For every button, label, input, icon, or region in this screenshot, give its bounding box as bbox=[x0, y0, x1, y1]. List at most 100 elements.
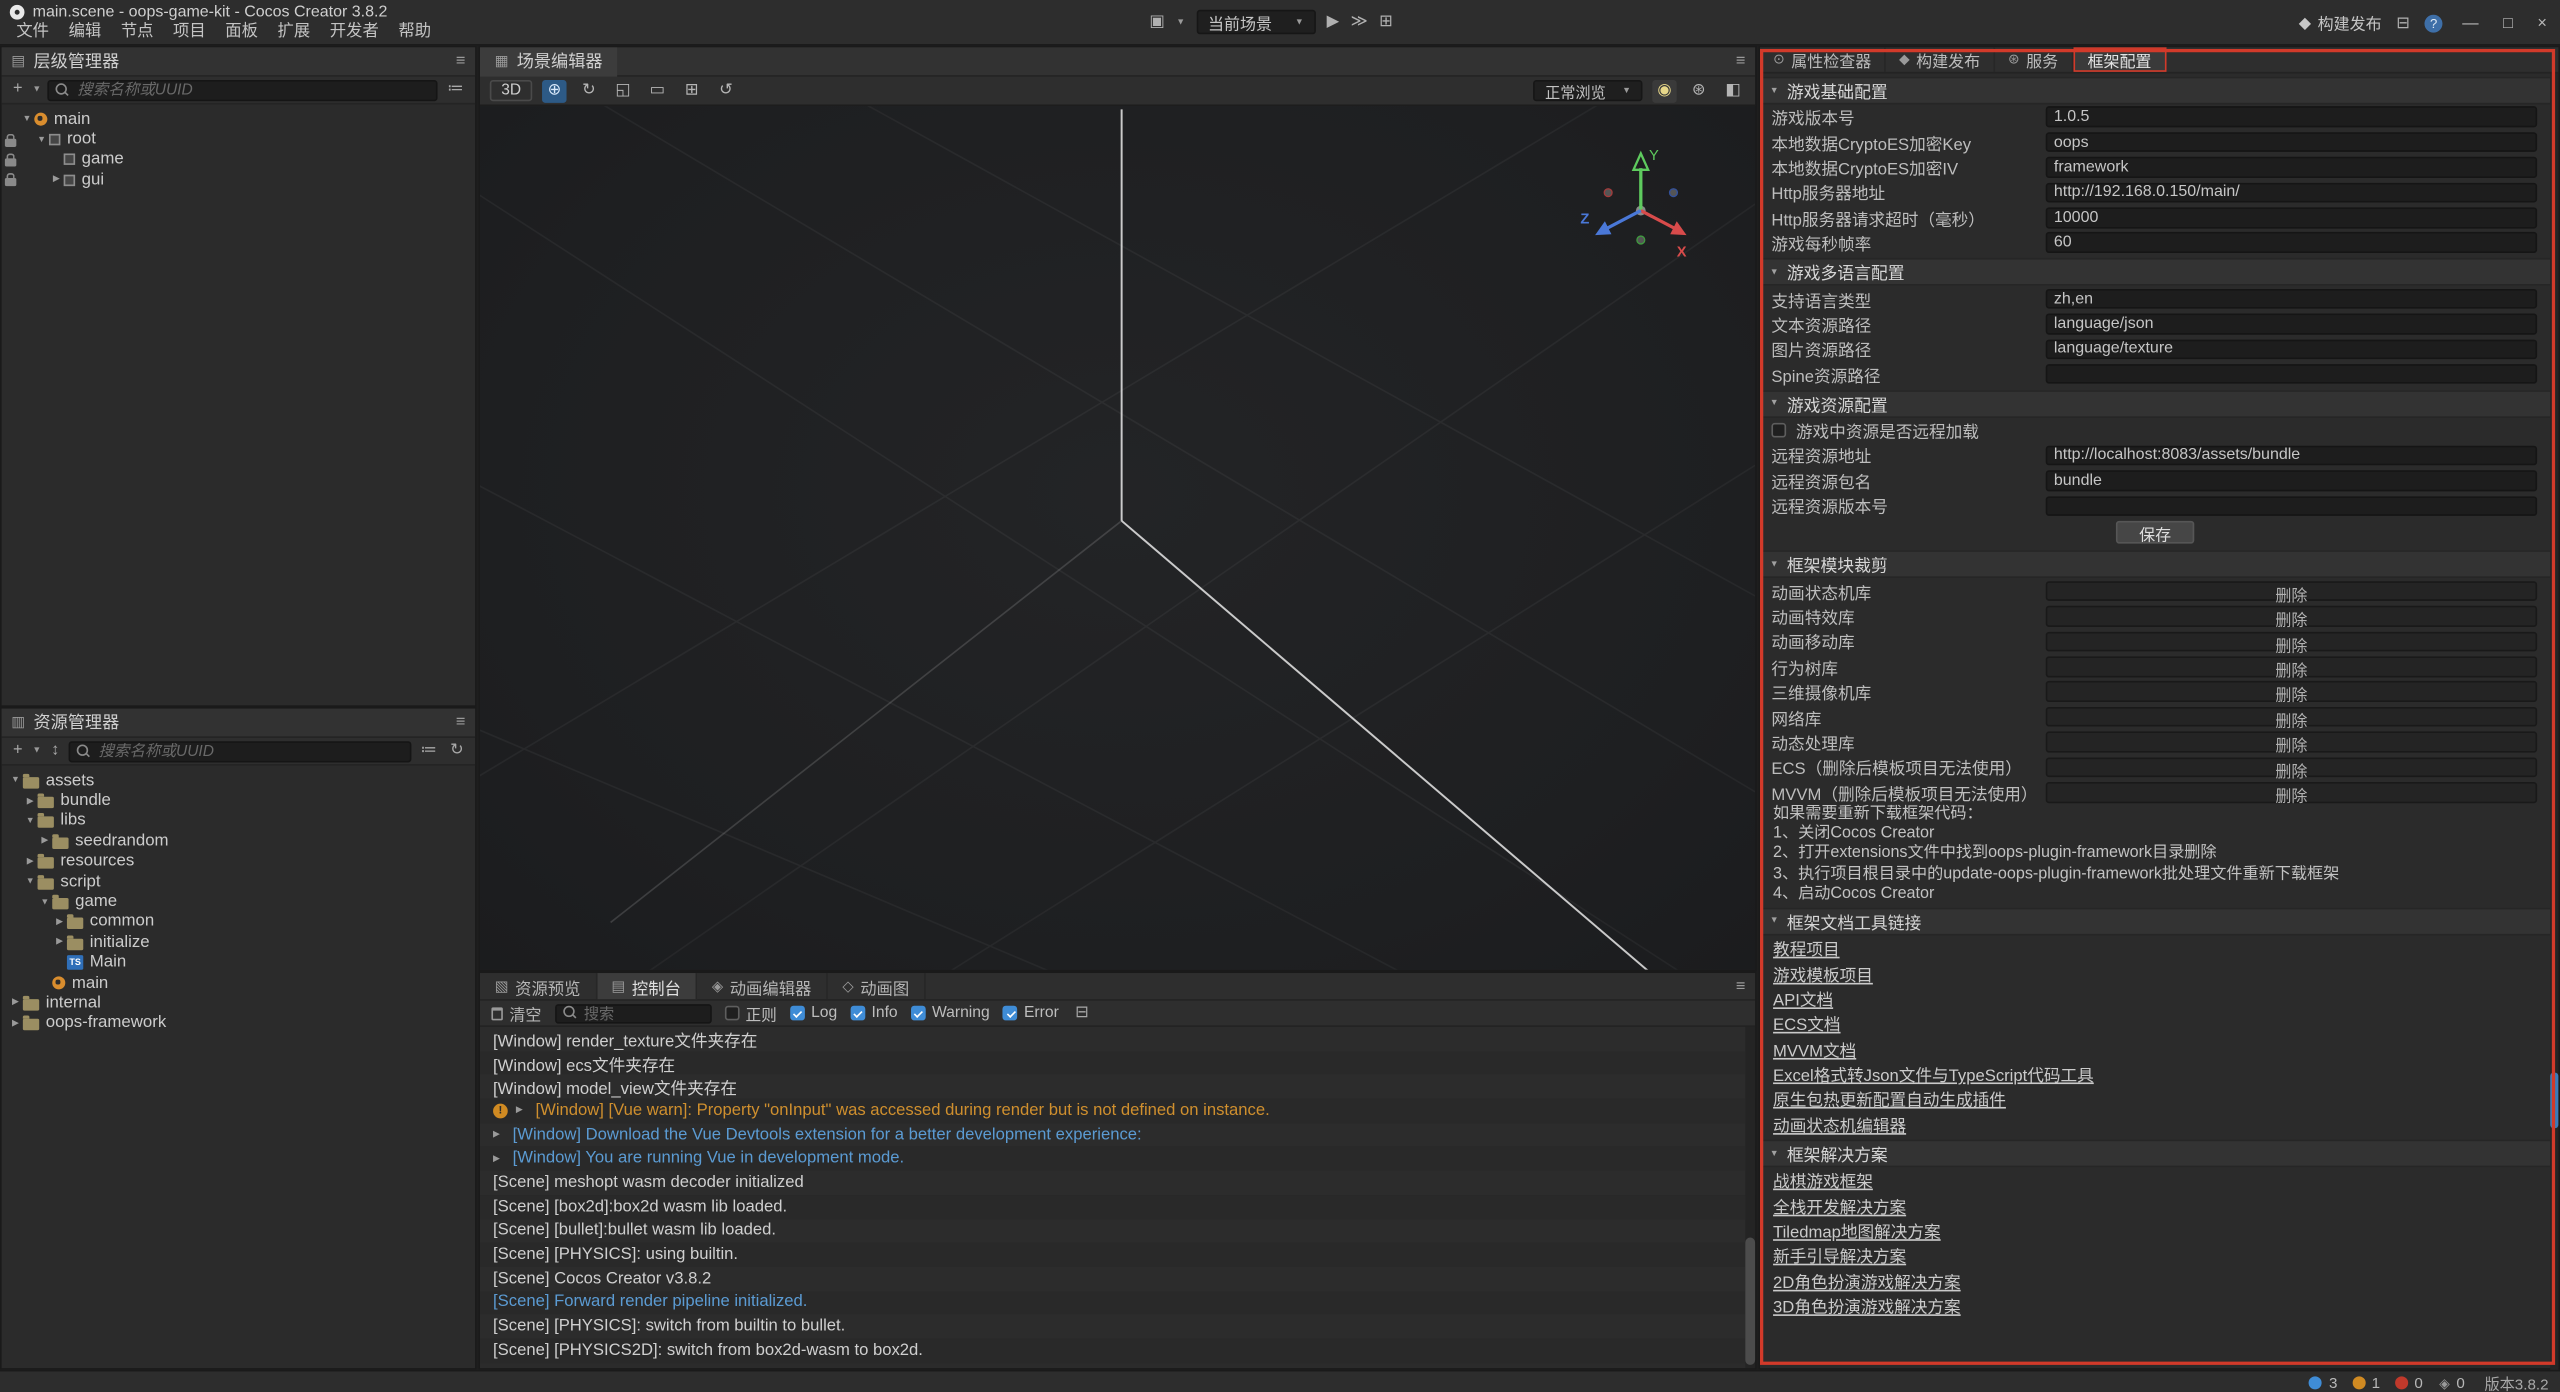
expand-arrow-icon[interactable]: ▼ bbox=[23, 877, 38, 887]
remote-bundle-name-input[interactable] bbox=[2046, 470, 2537, 490]
scale-tool-icon[interactable]: ◱ bbox=[611, 79, 635, 102]
console-menu-icon[interactable]: ≡ bbox=[1736, 977, 1746, 995]
expand-arrow-icon[interactable]: ▶ bbox=[516, 1106, 527, 1116]
menu-developer[interactable]: 开发者 bbox=[320, 15, 389, 43]
move-tool-icon[interactable]: ⊕ bbox=[542, 79, 566, 102]
tree-node-main[interactable]: ▼ main bbox=[2, 109, 475, 129]
info-count-icon[interactable] bbox=[2309, 1376, 2322, 1389]
orientation-gizmo[interactable]: Y X Z bbox=[1579, 142, 1703, 266]
tree-node-game[interactable]: game bbox=[2, 150, 475, 170]
pivot-toggle-icon[interactable]: ↺ bbox=[714, 79, 738, 102]
asset-row-assets[interactable]: ▼ assets bbox=[2, 771, 475, 791]
tree-node-root[interactable]: ▼ root bbox=[2, 130, 475, 150]
delete-camera-button[interactable]: 删除 bbox=[2046, 682, 2537, 702]
filter-info[interactable]: Info bbox=[850, 1004, 897, 1022]
console-scrollbar[interactable] bbox=[1745, 1027, 1755, 1368]
menu-extension[interactable]: 扩展 bbox=[268, 15, 320, 43]
menu-node[interactable]: 节点 bbox=[111, 15, 163, 43]
warning-checkbox[interactable] bbox=[911, 1006, 926, 1021]
delete-animator-button[interactable]: 删除 bbox=[2046, 581, 2537, 601]
delete-move-button[interactable]: 删除 bbox=[2046, 631, 2537, 651]
add-asset-caret-icon[interactable]: ▼ bbox=[32, 746, 41, 756]
link-3d-rpg-solution[interactable]: 3D角色扮演游戏解决方案 bbox=[1773, 1293, 1961, 1317]
filter-error[interactable]: Error bbox=[1003, 1004, 1059, 1022]
link-chess-framework[interactable]: 战棋游戏框架 bbox=[1773, 1168, 1873, 1192]
scene-menu-icon[interactable]: ≡ bbox=[1736, 52, 1746, 70]
log-row[interactable]: [Scene] [PHYSICS]: switch from builtin t… bbox=[480, 1315, 1755, 1339]
expand-arrow-icon[interactable]: ▼ bbox=[8, 776, 23, 786]
help-icon[interactable]: ? bbox=[2425, 14, 2443, 32]
assets-search-input[interactable] bbox=[98, 742, 402, 760]
scrollbar-thumb[interactable] bbox=[1745, 1238, 1755, 1365]
log-row[interactable]: [Scene] meshopt wasm decoder initialized bbox=[480, 1171, 1755, 1195]
link-animator-editor[interactable]: 动画状态机编辑器 bbox=[1773, 1112, 1906, 1136]
expand-arrow-icon[interactable]: ▶ bbox=[493, 1154, 504, 1164]
delete-network-button[interactable]: 删除 bbox=[2046, 707, 2537, 727]
notification-icon[interactable]: ◈ bbox=[2439, 1374, 2450, 1392]
remote-version-input[interactable] bbox=[2046, 496, 2537, 516]
mode-3d-toggle[interactable]: 3D bbox=[490, 80, 533, 101]
tree-node-gui[interactable]: ▶ gui bbox=[2, 170, 475, 190]
log-row-info[interactable]: ▶ [Window] Download the Vue Devtools ext… bbox=[480, 1123, 1755, 1147]
menu-project[interactable]: 项目 bbox=[163, 15, 215, 43]
scene-viewport[interactable]: Y X Z bbox=[480, 106, 1755, 970]
collapse-logs-icon[interactable]: ⊟ bbox=[1072, 1005, 1092, 1021]
minimize-button[interactable]: — bbox=[2457, 14, 2483, 32]
preview-device-caret-icon[interactable]: ▼ bbox=[1176, 17, 1185, 27]
assets-menu-icon[interactable]: ≡ bbox=[456, 713, 466, 731]
menu-file[interactable]: 文件 bbox=[7, 15, 59, 43]
asset-row-oops-framework[interactable]: ▶ oops-framework bbox=[2, 1013, 475, 1033]
expand-arrow-icon[interactable]: ▼ bbox=[23, 816, 38, 826]
section-doc-links[interactable]: ▼ 框架文档工具链接 bbox=[1760, 908, 2550, 936]
hierarchy-filter-icon[interactable]: ≔ bbox=[444, 82, 467, 98]
section-game-basic-config[interactable]: ▼ 游戏基础配置 bbox=[1760, 77, 2550, 105]
link-2d-rpg-solution[interactable]: 2D角色扮演游戏解决方案 bbox=[1773, 1268, 1961, 1292]
filter-log[interactable]: Log bbox=[790, 1004, 837, 1022]
expand-arrow-icon[interactable]: ▶ bbox=[8, 1019, 23, 1029]
http-server-input[interactable] bbox=[2046, 182, 2537, 202]
link-tiledmap-solution[interactable]: Tiledmap地图解决方案 bbox=[1773, 1218, 1941, 1242]
menu-edit[interactable]: 编辑 bbox=[59, 15, 111, 43]
expand-arrow-icon[interactable]: ▶ bbox=[52, 938, 67, 948]
expand-arrow-icon[interactable]: ▶ bbox=[493, 1130, 504, 1140]
game-version-input[interactable] bbox=[2046, 107, 2537, 127]
asset-row-main-scene[interactable]: main bbox=[2, 973, 475, 993]
asset-row-common[interactable]: ▶ common bbox=[2, 912, 475, 932]
expand-arrow-icon[interactable]: ▶ bbox=[23, 857, 38, 867]
link-hotupdate-plugin[interactable]: 原生包热更新配置自动生成插件 bbox=[1773, 1086, 2006, 1110]
scene-gizmo-settings-icon[interactable]: ⊛ bbox=[1687, 79, 1711, 102]
expand-arrow-icon[interactable]: ▶ bbox=[52, 917, 67, 927]
rect-tool-icon[interactable]: ▭ bbox=[645, 79, 669, 102]
crypto-iv-input[interactable] bbox=[2046, 157, 2537, 177]
tab-animation-graph[interactable]: ◇ 动画图 bbox=[828, 973, 926, 999]
menu-help[interactable]: 帮助 bbox=[389, 15, 441, 43]
section-game-resource-config[interactable]: ▼ 游戏资源配置 bbox=[1760, 390, 2550, 418]
crypto-key-input[interactable] bbox=[2046, 132, 2537, 152]
link-mvvm-docs[interactable]: MVVM文档 bbox=[1773, 1036, 1856, 1060]
add-asset-button[interactable]: + bbox=[10, 743, 26, 759]
section-game-language-config[interactable]: ▼ 游戏多语言配置 bbox=[1760, 259, 2550, 287]
log-row-info[interactable]: [Scene] Forward render pipeline initiali… bbox=[480, 1291, 1755, 1315]
save-button[interactable]: 保存 bbox=[2116, 522, 2194, 545]
tab-service[interactable]: ⊛ 服务 bbox=[1995, 47, 2073, 71]
delete-mvvm-button[interactable]: 删除 bbox=[2046, 782, 2537, 802]
regex-checkbox[interactable] bbox=[724, 1006, 739, 1021]
filter-warning[interactable]: Warning bbox=[911, 1004, 990, 1022]
sort-icon[interactable]: ↕ bbox=[48, 743, 63, 759]
delete-effect-button[interactable]: 删除 bbox=[2046, 606, 2537, 626]
log-row-info[interactable]: ▶ [Window] You are running Vue in develo… bbox=[480, 1147, 1755, 1171]
error-checkbox[interactable] bbox=[1003, 1006, 1018, 1021]
filter-regex[interactable]: 正则 bbox=[724, 1002, 777, 1025]
lighting-toggle-icon[interactable]: ◉ bbox=[1652, 79, 1676, 102]
view-mode-selector[interactable]: 正常浏览 ▼ bbox=[1534, 80, 1643, 101]
tab-animation-editor[interactable]: ◈ 动画编辑器 bbox=[697, 973, 827, 999]
tab-property-inspector[interactable]: ⊙ 属性检查器 bbox=[1760, 47, 1886, 71]
log-row[interactable]: [Scene] Cocos Creator v3.8.2 bbox=[480, 1267, 1755, 1291]
error-count-icon[interactable] bbox=[2395, 1376, 2408, 1389]
expand-arrow-icon[interactable]: ▶ bbox=[49, 175, 64, 185]
expand-arrow-icon[interactable]: ▶ bbox=[8, 998, 23, 1008]
layout-grid-icon[interactable]: ⊞ bbox=[1379, 13, 1393, 31]
assets-filter-icon[interactable]: ≔ bbox=[417, 743, 440, 759]
log-row-warning[interactable]: ! ▶ [Window] [Vue warn]: Property "onInp… bbox=[480, 1099, 1755, 1123]
add-node-button[interactable]: + bbox=[10, 82, 26, 98]
